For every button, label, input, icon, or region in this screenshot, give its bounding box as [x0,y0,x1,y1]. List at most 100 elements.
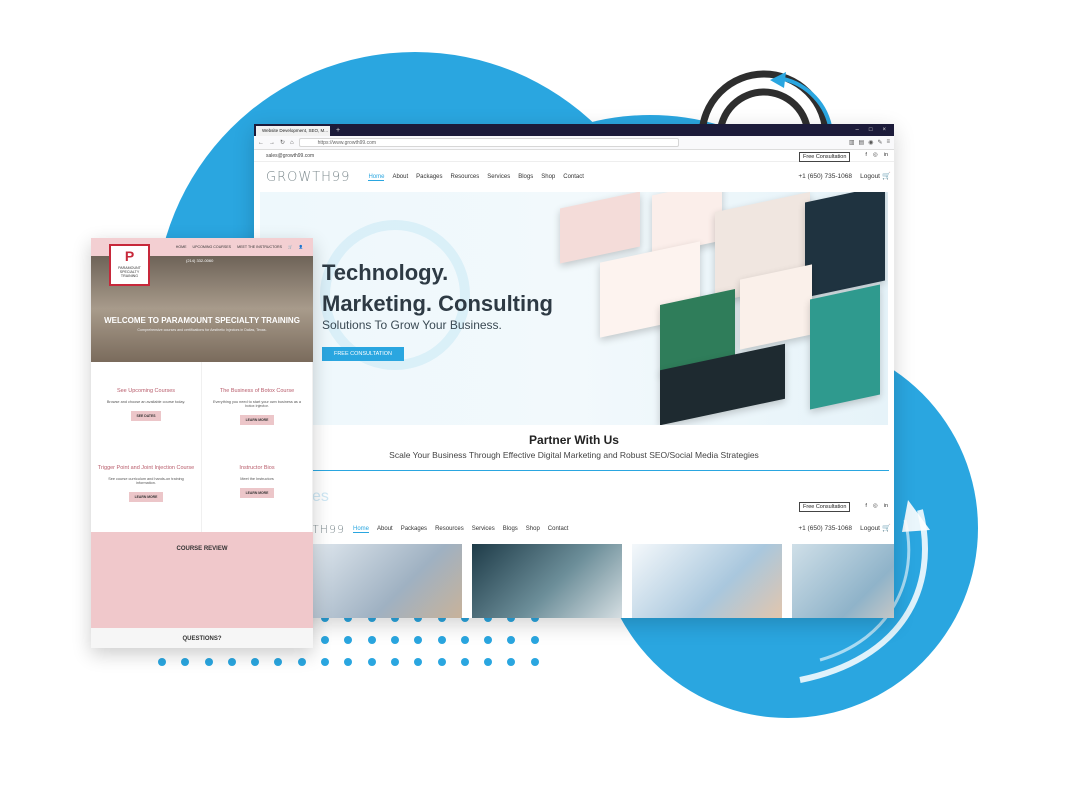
decor-dot [367,658,376,666]
reputation-management-image[interactable] [472,544,622,618]
nav-services[interactable]: Services [472,526,495,533]
decor-dot [204,658,213,666]
nav-contact[interactable]: Contact [563,174,584,181]
instagram-icon[interactable]: ◎ [873,152,878,158]
linkedin-icon[interactable]: in [884,152,888,158]
sticky-contact-strip: Free Consultation f ◎ in [254,498,894,512]
paramount-logo[interactable]: P PARAMOUNT SPECIALTY TRAINING [109,244,150,286]
sidebar-icon[interactable]: ▤ [859,139,865,146]
minimize-icon[interactable]: – [856,124,859,136]
learn-more-button[interactable]: LEARN MORE [239,488,275,498]
nav-blogs[interactable]: Blogs [503,526,518,533]
learn-more-button[interactable]: LEARN MORE [239,415,275,425]
logout-link-2[interactable]: Logout [860,525,880,532]
card-title[interactable]: The Business of Botox Course [202,388,312,394]
menu-icon[interactable]: ≡ [886,139,890,146]
card-title[interactable]: Trigger Point and Joint Injection Course [91,465,201,471]
phone-link[interactable]: +1 (650) 735-1068 [798,173,852,180]
hero-subtitle: Solutions To Grow Your Business. [322,318,502,332]
growth99-logo-partial[interactable]: TH99 [312,523,345,536]
card-title[interactable]: Instructor Bios [202,465,312,471]
cart-icon[interactable]: 🛒 [882,172,891,180]
decor-dot [507,636,516,644]
free-consultation-button[interactable]: Free Consultation [799,152,851,162]
extensions-icon[interactable]: ✎ [877,139,882,146]
para-phone[interactable]: (214) 332-0060 [186,258,213,263]
facebook-icon[interactable]: f [865,152,867,158]
people-network-image[interactable] [792,544,894,618]
browser-tab[interactable]: Website Development, SEO, M... [256,126,330,136]
nav-resources[interactable]: Resources [435,526,464,533]
user-icon[interactable]: 👤 [299,245,303,249]
decor-dot [321,658,330,666]
home-icon[interactable]: ⌂ [290,140,294,146]
nav-contact[interactable]: Contact [548,526,569,533]
linkedin-icon[interactable]: in [884,503,888,509]
globe-hands-image[interactable] [312,544,462,618]
see-dates-button[interactable]: SEE DATES [130,411,162,421]
new-tab-icon[interactable]: + [336,126,340,136]
card-text: Meet the Instructors [240,477,274,481]
nav-blogs[interactable]: Blogs [518,174,533,181]
forward-icon[interactable]: → [269,140,275,146]
close-icon[interactable]: × [882,124,886,136]
toolbar-icons: ▥ ▤ ◉ ✎ ≡ [849,139,890,146]
course-review-section: COURSE REVIEW [91,532,313,628]
para-nav-home[interactable]: HOME [176,245,187,249]
account-icon[interactable]: ◉ [868,139,873,146]
para-nav-instructors[interactable]: MEET THE INSTRUCTORS [237,245,282,249]
browser-window: Website Development, SEO, M... + – □ × ←… [254,124,894,618]
card-text: Everything you need to start your own bu… [212,400,301,408]
reload-icon[interactable]: ↻ [280,139,285,146]
para-title: WELCOME TO PARAMOUNT SPECIALTY TRAINING [104,316,300,325]
email-link[interactable]: sales@growth99.com [266,153,314,159]
maximize-icon[interactable]: □ [869,124,873,136]
nav-shop[interactable]: Shop [541,174,555,181]
phone-link-2[interactable]: +1 (650) 735-1068 [798,525,852,532]
nav-about[interactable]: About [392,174,408,181]
logout-link[interactable]: Logout [860,173,880,180]
cart-icon[interactable]: 🛒 [882,524,891,532]
facebook-icon[interactable]: f [865,503,867,509]
nav-resources[interactable]: Resources [451,174,480,181]
nav-packages[interactable]: Packages [401,526,427,533]
course-card: Instructor Bios Meet the Instructors LEA… [202,455,313,532]
decor-dot [484,636,493,644]
library-icon[interactable]: ▥ [849,139,855,146]
growth99-logo[interactable]: GROWTH99 [266,170,350,185]
decor-dot [530,658,539,666]
decor-dot [530,636,539,644]
decor-dot [158,658,166,666]
paramount-logo-mark: P [124,248,135,264]
hero-heading-line1: Technology. [322,260,449,285]
learn-more-button[interactable]: LEARN MORE [128,492,164,502]
card-text: See course curriculum and hands-on train… [108,477,184,485]
instagram-icon[interactable]: ◎ [873,503,878,509]
window-controls: – □ × [856,124,894,136]
site-nav: GROWTH99 Home About Packages Resources S… [254,162,894,192]
address-input[interactable]: https://www.growth99.com [298,138,679,147]
mockup-card [810,284,880,410]
url-bar: ← → ↻ ⌂ https://www.growth99.com ▥ ▤ ◉ ✎… [254,136,894,150]
sticky-nav: TH99 Home About Packages Resources Servi… [254,519,894,539]
para-nav-courses[interactable]: UPCOMING COURSES [193,245,232,249]
back-icon[interactable]: ← [258,140,264,146]
cart-icon[interactable]: 🛒 [288,245,292,249]
questions-section: QUESTIONS? [91,628,313,648]
card-title[interactable]: See Upcoming Courses [91,388,201,394]
nav-shop[interactable]: Shop [526,526,540,533]
network-hand-image[interactable] [632,544,782,618]
nav-home[interactable]: Home [368,174,385,181]
nav-about[interactable]: About [377,526,393,533]
partner-title: Partner With Us [529,433,619,447]
nav-home[interactable]: Home [353,526,370,533]
decor-dot [297,658,306,666]
nav-services[interactable]: Services [487,174,510,181]
free-consultation-cta[interactable]: FREE CONSULTATION [322,347,404,361]
decor-dot [390,658,399,666]
nav-links-2: Home About Packages Resources Services B… [353,526,568,533]
free-consultation-button-2[interactable]: Free Consultation [799,502,851,512]
course-card: The Business of Botox Course Everything … [202,362,313,455]
nav-packages[interactable]: Packages [416,174,442,181]
contact-strip: sales@growth99.com Free Consultation f ◎… [254,150,894,162]
